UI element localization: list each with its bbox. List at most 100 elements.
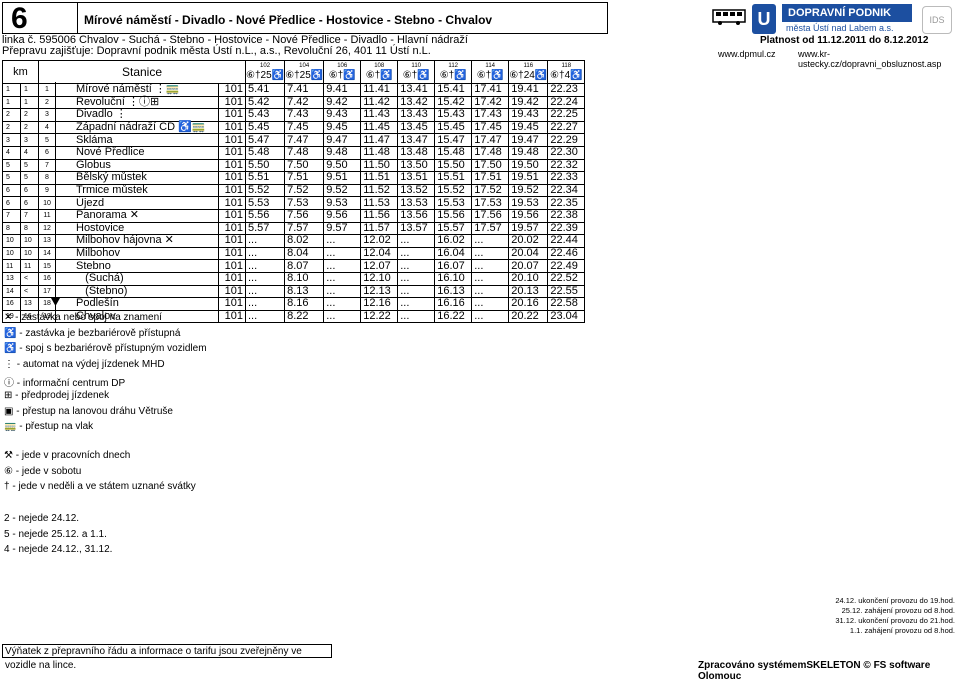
time-cell: 7.48 — [284, 145, 325, 160]
trip-number: 112 — [448, 63, 458, 69]
time-cell: 11.51 — [360, 171, 399, 185]
region-link[interactable]: www.kr-ustecky.cz/dopravni_obsluznost.as… — [798, 49, 960, 69]
time-cell: ... — [397, 259, 436, 273]
time-cell: 22.34 — [547, 183, 586, 198]
time-cell: 22.55 — [547, 284, 586, 299]
seq-cell: 10 — [38, 196, 56, 210]
time-cell: 13.57 — [397, 221, 436, 236]
time-cell: 9.53 — [323, 196, 362, 210]
trip-header: 114 ⑥†♿ — [471, 60, 510, 84]
table-row: 1 1 1 Mírové náměstí ⋮🚃 101 5.41 7.41 9.41 11.41… — [2, 83, 586, 97]
trip-symbols: ⑥†4♿ — [550, 70, 583, 81]
zone-cell: 101 — [218, 120, 246, 135]
table-row: 13 <16 (Suchá) 101... 8.10... 12.10... 16.10.… — [2, 271, 586, 286]
trip-number: 104 — [299, 63, 310, 69]
time-cell: 16.07 — [434, 259, 473, 273]
seq-cell: 16 — [38, 271, 56, 286]
trip-number: 118 — [561, 63, 572, 69]
time-cell: 22.49 — [547, 259, 586, 273]
time-cell: ... — [471, 246, 510, 261]
zone-cell: 101 — [218, 108, 246, 122]
table-row: 7 7 11 Panorama ✕ 101 5.56 7.56 9.56 11.56 13.56 1… — [2, 208, 586, 223]
time-cell: 19.43 — [508, 108, 549, 122]
time-cell: 22.33 — [547, 171, 586, 185]
time-cell: 15.50 — [434, 158, 473, 173]
time-cell: 22.24 — [547, 95, 586, 110]
time-cell: 11.45 — [360, 120, 399, 135]
time-cell: 11.57 — [360, 221, 399, 236]
time-cell: 19.47 — [508, 133, 549, 147]
time-cell: 22.27 — [547, 120, 586, 135]
time-cell: 13.41 — [397, 83, 436, 97]
direction-arrow — [55, 82, 56, 301]
table-row: 2 2 4 Západní nádraží CD ♿🚃 101 5.45 7.45 9.45 1… — [2, 120, 586, 135]
km-cell: 3 — [20, 133, 39, 147]
time-cell: 19.51 — [508, 171, 549, 185]
time-cell: ... — [244, 284, 286, 299]
time-cell: 5.56 — [244, 208, 286, 223]
time-cell: ... — [471, 309, 510, 324]
stop-name: Bělský můstek — [55, 171, 219, 185]
km-cell: 3 — [2, 133, 21, 147]
km-cell: 7 — [20, 208, 39, 223]
time-cell: 16.04 — [434, 246, 473, 261]
stop-name: Panorama ✕ — [55, 208, 219, 223]
time-cell: ... — [397, 234, 436, 248]
time-cell: 7.51 — [284, 171, 325, 185]
time-cell: ... — [471, 271, 510, 286]
footer-note: Výňatek z přepravního řádu a informace o… — [2, 644, 332, 671]
km-cell: < — [20, 284, 39, 299]
operator-link[interactable]: www.dpmul.cz — [718, 49, 776, 59]
time-cell: 7.53 — [284, 196, 325, 210]
km-cell: 5 — [2, 158, 21, 173]
table-row: 16 13 18 Podlešín 101... 8.16... 12.16... 16.16… — [2, 297, 586, 311]
km-cell: 10 — [20, 246, 39, 261]
km-cell: 10 — [2, 246, 21, 261]
trip-symbols: ⑥†♿ — [402, 70, 430, 81]
stop-name: Západní nádraží CD ♿🚃 — [55, 120, 219, 135]
trip-symbols: ⑥†25♿ — [246, 70, 285, 81]
legend-item: ⚒ - jede v pracovních dnech — [4, 450, 131, 461]
time-cell: 9.52 — [323, 183, 362, 198]
time-cell: 11.52 — [360, 183, 399, 198]
time-cell: 9.47 — [323, 133, 362, 147]
seq-cell: 11 — [38, 208, 56, 223]
km-cell: 2 — [2, 108, 21, 122]
time-cell: 19.45 — [508, 120, 549, 135]
seq-cell: 12 — [38, 221, 56, 236]
time-cell: 19.56 — [508, 208, 549, 223]
logo-text: DOPRAVNÍ PODNIK — [782, 4, 912, 22]
legend-item: ♿ - zastávka je bezbariérově přístupná — [4, 327, 181, 339]
legend-item: ⑥ - jede v sobotu — [4, 465, 82, 477]
trip-symbols: ⑥†24♿ — [509, 70, 548, 81]
time-cell: 16.02 — [434, 234, 473, 248]
time-cell: 7.42 — [284, 95, 325, 110]
time-cell: 9.43 — [323, 108, 362, 122]
legend-item: ⊞ - předprodej jízdenek — [4, 390, 110, 401]
time-cell: 22.38 — [547, 208, 586, 223]
table-row: 4 4 6 Nové Předlice 101 5.48 7.48 9.48 11.48 13.4… — [2, 145, 586, 160]
zone-cell: 101 — [218, 221, 246, 236]
stop-name: Trmice můstek — [55, 183, 219, 198]
zone-cell: 101 — [218, 95, 246, 110]
table-row: 6 6 9 Trmice můstek 101 5.52 7.52 9.52 11.52 13.5… — [2, 183, 586, 198]
stop-name: Milbohov — [55, 246, 219, 261]
time-cell: 17.52 — [471, 183, 510, 198]
note-line: 24.12. ukončení provozu do 19.hod. — [835, 596, 955, 605]
seq-cell: 17 — [38, 284, 56, 299]
company-logo: U DOPRAVNÍ PODNIK města Ústí nad Labem a… — [752, 4, 952, 34]
time-cell: ... — [397, 297, 436, 311]
legend-item: 2 - nejede 24.12. — [4, 513, 80, 524]
time-cell: 8.07 — [284, 259, 325, 273]
time-cell: 22.32 — [547, 158, 586, 173]
time-cell: ... — [397, 309, 436, 324]
logo-subtext: města Ústí nad Labem a.s. — [786, 23, 894, 33]
time-cell: 22.39 — [547, 221, 586, 236]
note-line: 31.12. ukončení provozu do 21.hod. — [835, 616, 955, 625]
seq-cell: 9 — [38, 183, 56, 198]
time-cell: 5.45 — [244, 120, 286, 135]
time-cell: 19.41 — [508, 83, 549, 97]
time-cell: 15.42 — [434, 95, 473, 110]
seq-cell: 8 — [38, 171, 56, 185]
note-line: 1.1. zahájení provozu od 8.hod. — [849, 626, 955, 635]
